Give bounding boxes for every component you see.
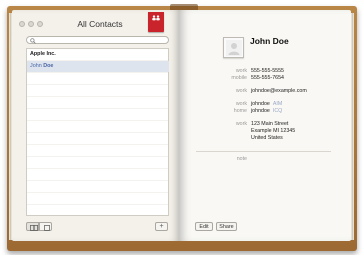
im-work-value[interactable]: johndoe AIM [251,101,282,107]
contact-avatar[interactable] [223,37,244,58]
address-line-1[interactable]: 123 Main Street [251,121,288,127]
address-line-2[interactable]: Example MI 12345 [251,128,295,134]
note-label: note [236,156,247,162]
search-field[interactable] [26,36,169,44]
single-page-view-button[interactable] [39,222,52,231]
email-work-label: work [235,88,247,94]
im-work-handle: johndoe [251,101,270,107]
phone-work-label: work [235,68,247,74]
list-item-selected-contact[interactable]: John Doe [27,61,169,72]
im-home-handle: johndoe [251,108,270,114]
phone-work-value[interactable]: 555-555-5555 [251,68,284,74]
close-window-button[interactable] [19,21,25,27]
two-page-view-button[interactable] [26,222,39,231]
list-group-header[interactable]: Apple Inc. [27,49,169,60]
im-home-label: home [233,108,247,114]
contacts-list: Apple Inc. John Doe [26,48,169,216]
zoom-window-button[interactable] [37,21,43,27]
contact-last-name: Doe [43,63,54,69]
person-bookmark-icon [151,15,161,23]
single-page-view-icon [44,224,50,231]
window-title: All Contacts [77,19,123,29]
person-placeholder-icon [226,40,242,56]
phone-mobile-value[interactable]: 555-555-7654 [251,75,284,81]
search-input[interactable] [37,37,165,44]
contact-name: John Doe [250,36,289,46]
card-divider [196,151,331,152]
phone-mobile-label: mobile [231,75,247,81]
contact-first-name: John [30,63,42,69]
minimize-window-button[interactable] [28,21,34,27]
email-work-value[interactable]: johndoe@example.com [251,88,307,94]
address-work-label: work [235,121,247,127]
im-work-label: work [235,101,247,107]
add-contact-button[interactable]: + [155,222,168,231]
im-home-value[interactable]: johndoe ICQ [251,108,282,114]
two-page-view-icon [30,224,38,231]
address-line-3[interactable]: United States [251,135,283,141]
im-home-service: ICQ [272,108,283,114]
edit-button[interactable]: Edit [195,222,213,231]
share-button[interactable]: Share [216,222,237,231]
im-work-service: AIM [272,101,283,107]
groups-bookmark[interactable] [148,12,164,32]
magnifier-icon [30,38,36,44]
